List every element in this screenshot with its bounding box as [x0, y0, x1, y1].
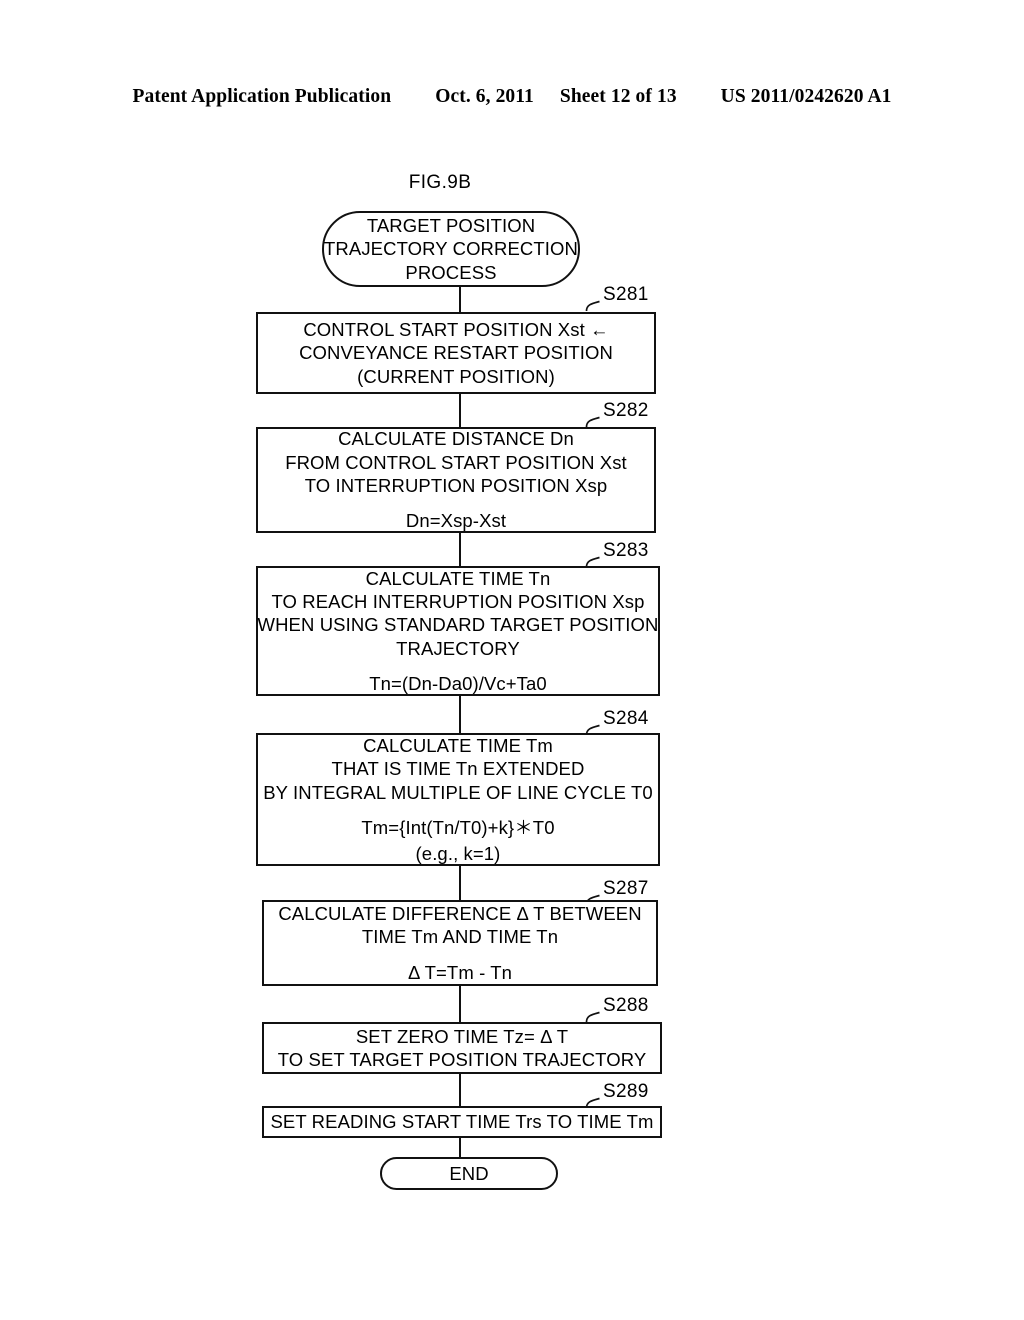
flow-node-s287: CALCULATE DIFFERENCE Δ T BETWEEN TIME Tm… [262, 900, 658, 986]
s283-line-4: TRAJECTORY [396, 637, 520, 659]
s287-line-1: CALCULATE DIFFERENCE Δ T BETWEEN [278, 902, 642, 924]
s287-formula: Δ T=Tm - Tn [407, 961, 513, 983]
step-label-s282: S282 [603, 400, 649, 421]
s284-line-1: CALCULATE TIME Tm [363, 735, 553, 757]
flow-node-end: END [380, 1157, 558, 1190]
s281-line-3: (CURRENT POSITION) [357, 365, 555, 387]
step-label-s288: S288 [603, 995, 649, 1016]
flow-node-s282: CALCULATE DISTANCE Dn FROM CONTROL START… [256, 427, 656, 533]
s283-line-1: CALCULATE TIME Tn [365, 567, 551, 589]
connector-s288-s289 [459, 1074, 461, 1106]
s283-line-2: TO REACH INTERRUPTION POSITION Xsp [271, 590, 645, 612]
connector-start-s281 [459, 287, 461, 312]
connector-s283-s284 [459, 696, 461, 733]
s284-line-2: THAT IS TIME Tn EXTENDED [331, 758, 585, 780]
s284-line-3: BY INTEGRAL MULTIPLE OF LINE CYCLE T0 [263, 781, 653, 803]
step-label-s283: S283 [603, 540, 649, 561]
step-leader-s281 [585, 299, 601, 312]
s281-line-2: CONVEYANCE RESTART POSITION [299, 342, 613, 364]
s284-formula: Tm={Int(Tn/T0)+k}＊T0 [361, 817, 555, 839]
start-line-1: TARGET POSITION [366, 214, 536, 236]
s282-line-3: TO INTERRUPTION POSITION Xsp [304, 475, 608, 496]
s288-line-2: TO SET TARGET POSITION TRAJECTORY [277, 1049, 647, 1070]
connector-s284-s287 [459, 866, 461, 900]
s282-formula: Dn=Xsp-Xst [405, 510, 507, 532]
s284-note: (e.g., k=1) [415, 842, 501, 864]
step-label-s281: S281 [603, 284, 649, 305]
flow-node-s283: CALCULATE TIME Tn TO REACH INTERRUPTION … [256, 566, 660, 696]
flow-node-s284: CALCULATE TIME Tm THAT IS TIME Tn EXTEND… [256, 733, 660, 866]
s289-line-1: SET READING START TIME Trs TO TIME Tm [270, 1111, 654, 1133]
step-label-s284: S284 [603, 708, 649, 729]
connector-s282-s283 [459, 533, 461, 566]
s283-formula: Tn=(Dn-Da0)/Vc+Ta0 [369, 673, 547, 695]
connector-s281-s282 [459, 394, 461, 427]
s281-line-1: CONTROL START POSITION Xst ← [303, 318, 609, 340]
connector-s289-end [459, 1138, 461, 1158]
step-label-s287: S287 [603, 878, 649, 899]
step-label-s289: S289 [603, 1081, 649, 1102]
s282-line-1: CALCULATE DISTANCE Dn [338, 428, 574, 450]
s287-line-2: TIME Tm AND TIME Tn [361, 926, 559, 948]
flowchart: TARGET POSITION TRAJECTORY CORRECTION PR… [0, 0, 1024, 1320]
flow-node-start: TARGET POSITION TRAJECTORY CORRECTION PR… [322, 211, 580, 287]
flow-node-s281: CONTROL START POSITION Xst ← CONVEYANCE … [256, 312, 656, 394]
connector-s287-s288 [459, 986, 461, 1022]
flow-node-s288: SET ZERO TIME Tz= Δ T TO SET TARGET POSI… [262, 1022, 662, 1074]
end-label: END [449, 1162, 489, 1184]
start-line-3: PROCESS [405, 261, 497, 283]
s288-line-1: SET ZERO TIME Tz= Δ T [355, 1025, 569, 1047]
flow-node-s289: SET READING START TIME Trs TO TIME Tm [262, 1106, 662, 1138]
s283-line-3: WHEN USING STANDARD TARGET POSITION [257, 614, 659, 636]
s282-line-2: FROM CONTROL START POSITION Xst [285, 451, 627, 473]
start-line-2: TRAJECTORY CORRECTION [324, 238, 578, 260]
